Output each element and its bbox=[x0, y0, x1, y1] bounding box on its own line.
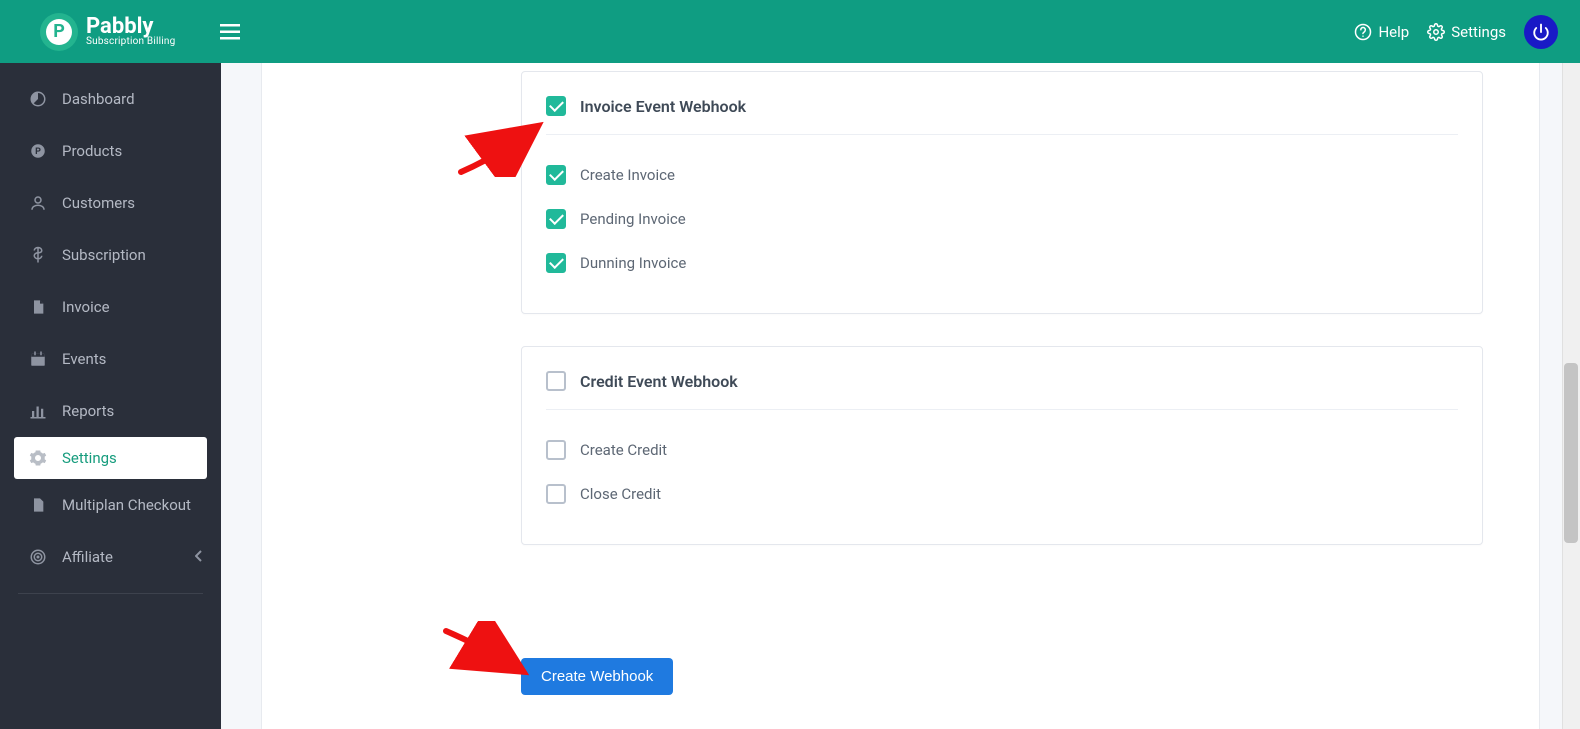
sidebar-item-label: Products bbox=[62, 142, 122, 160]
create-webhook-button[interactable]: Create Webhook bbox=[521, 658, 673, 695]
reports-icon bbox=[28, 402, 48, 420]
sidebar-item-label: Affiliate bbox=[62, 548, 113, 566]
invoice-webhook-header: Invoice Event Webhook bbox=[546, 96, 1458, 135]
brand-text: Pabbly Subscription Billing bbox=[86, 16, 175, 47]
check-item-label: Dunning Invoice bbox=[580, 254, 686, 272]
sidebar-item-label: Invoice bbox=[62, 298, 110, 316]
pending-invoice-checkbox[interactable] bbox=[546, 209, 566, 229]
brand-mark-letter: P bbox=[46, 19, 72, 45]
invoice-webhook-item: Pending Invoice bbox=[546, 197, 1458, 241]
webhook-cards: Invoice Event Webhook Create Invoice Pen… bbox=[521, 63, 1483, 577]
header-left: P Pabbly Subscription Billing bbox=[0, 0, 240, 63]
scrollbar[interactable] bbox=[1562, 63, 1580, 729]
file-icon bbox=[28, 496, 48, 514]
sidebar-divider bbox=[18, 593, 203, 594]
sidebar-item-affiliate[interactable]: Affiliate bbox=[0, 531, 221, 583]
sidebar-item-multiplan-checkout[interactable]: Multiplan Checkout bbox=[0, 479, 221, 531]
scrollbar-thumb[interactable] bbox=[1564, 363, 1578, 543]
sidebar-item-label: Subscription bbox=[62, 246, 146, 264]
main-content: Invoice Event Webhook Create Invoice Pen… bbox=[221, 63, 1580, 729]
invoice-webhook-title: Invoice Event Webhook bbox=[580, 97, 746, 116]
help-icon bbox=[1354, 23, 1372, 41]
sidebar-item-events[interactable]: Events bbox=[0, 333, 221, 385]
sidebar-item-customers[interactable]: Customers bbox=[0, 177, 221, 229]
power-icon bbox=[1532, 23, 1550, 41]
subscription-icon bbox=[28, 246, 48, 264]
settings-link[interactable]: Settings bbox=[1427, 23, 1506, 41]
help-link[interactable]: Help bbox=[1354, 23, 1409, 41]
sidebar-item-settings[interactable]: Settings bbox=[14, 437, 207, 479]
sidebar-item-label: Events bbox=[62, 350, 106, 368]
brand-logo[interactable]: P Pabbly Subscription Billing bbox=[0, 0, 175, 63]
svg-text:P: P bbox=[35, 147, 41, 157]
invoice-icon bbox=[28, 298, 48, 316]
hamburger-icon bbox=[220, 24, 240, 40]
credit-webhook-item: Create Credit bbox=[546, 428, 1458, 472]
credit-webhook-card: Credit Event Webhook Create Credit Close… bbox=[521, 346, 1483, 545]
invoice-webhook-item: Dunning Invoice bbox=[546, 241, 1458, 285]
app-header: P Pabbly Subscription Billing Help Setti… bbox=[0, 0, 1580, 63]
submit-row: Create Webhook bbox=[521, 658, 673, 695]
settings-label: Settings bbox=[1451, 23, 1506, 41]
create-invoice-checkbox[interactable] bbox=[546, 165, 566, 185]
sidebar-item-dashboard[interactable]: Dashboard bbox=[0, 73, 221, 125]
invoice-webhook-card: Invoice Event Webhook Create Invoice Pen… bbox=[521, 71, 1483, 314]
gear-icon bbox=[1427, 23, 1445, 41]
gear-icon bbox=[28, 449, 48, 467]
sidebar-item-products[interactable]: P Products bbox=[0, 125, 221, 177]
sidebar-item-label: Reports bbox=[62, 402, 114, 420]
credit-webhook-item: Close Credit bbox=[546, 472, 1458, 516]
dashboard-icon bbox=[28, 90, 48, 108]
sidebar-item-invoice[interactable]: Invoice bbox=[0, 281, 221, 333]
brand-mark-icon: P bbox=[40, 13, 78, 51]
sidebar-item-label: Customers bbox=[62, 194, 135, 212]
credit-webhook-header: Credit Event Webhook bbox=[546, 371, 1458, 410]
logout-button[interactable] bbox=[1524, 15, 1558, 49]
check-item-label: Close Credit bbox=[580, 485, 661, 503]
credit-webhook-title: Credit Event Webhook bbox=[580, 372, 738, 391]
affiliate-icon bbox=[28, 548, 48, 566]
sidebar-item-label: Settings bbox=[62, 449, 117, 467]
invoice-webhook-checkbox[interactable] bbox=[546, 96, 566, 116]
customers-icon bbox=[28, 194, 48, 212]
events-icon bbox=[28, 350, 48, 368]
sidebar-item-label: Multiplan Checkout bbox=[62, 496, 191, 514]
credit-webhook-checkbox[interactable] bbox=[546, 371, 566, 391]
sidebar-item-label: Dashboard bbox=[62, 90, 135, 108]
sidebar-toggle-button[interactable] bbox=[220, 24, 240, 40]
chevron-left-icon bbox=[195, 548, 203, 566]
invoice-webhook-item: Create Invoice bbox=[546, 153, 1458, 197]
products-icon: P bbox=[28, 142, 48, 160]
close-credit-checkbox[interactable] bbox=[546, 484, 566, 504]
dunning-invoice-checkbox[interactable] bbox=[546, 253, 566, 273]
sidebar: Dashboard P Products Customers Subscript… bbox=[0, 63, 221, 729]
brand-tagline: Subscription Billing bbox=[86, 36, 175, 47]
help-label: Help bbox=[1378, 23, 1409, 41]
sidebar-item-subscription[interactable]: Subscription bbox=[0, 229, 221, 281]
header-right: Help Settings bbox=[1354, 15, 1558, 49]
check-item-label: Pending Invoice bbox=[580, 210, 686, 228]
check-item-label: Create Credit bbox=[580, 441, 667, 459]
check-item-label: Create Invoice bbox=[580, 166, 675, 184]
sidebar-item-reports[interactable]: Reports bbox=[0, 385, 221, 437]
brand-name: Pabbly bbox=[86, 16, 175, 38]
create-credit-checkbox[interactable] bbox=[546, 440, 566, 460]
